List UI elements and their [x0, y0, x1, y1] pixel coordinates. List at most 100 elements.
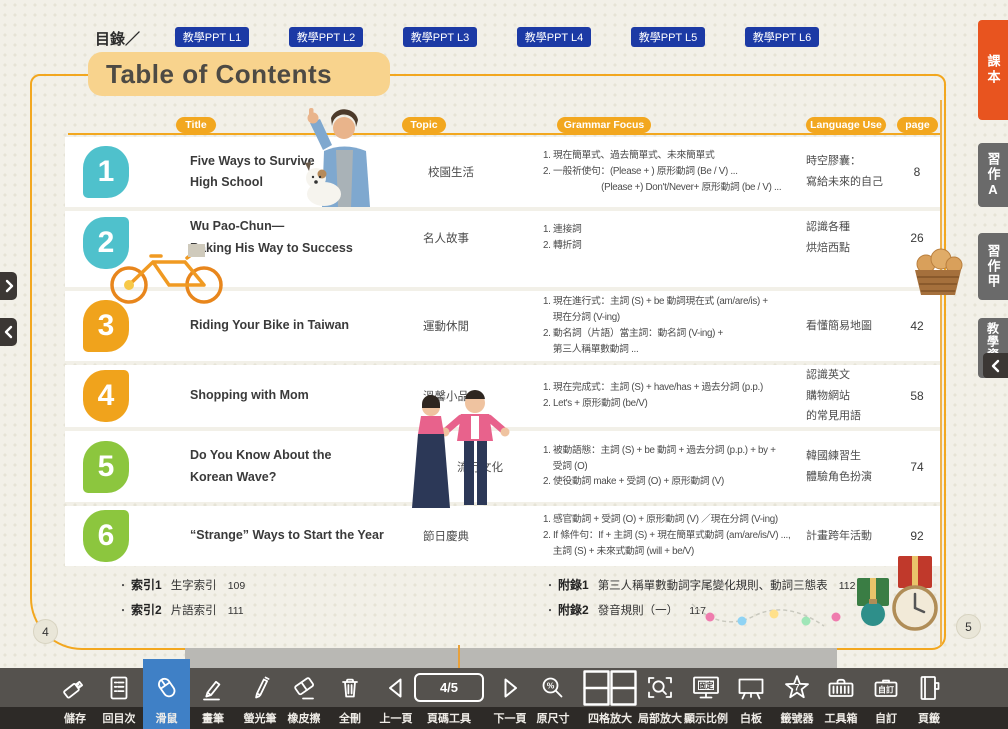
unit-number-badge: 5	[83, 441, 129, 493]
toolbar-delete-all-button[interactable]: 全刪	[327, 668, 373, 729]
unit-page: 58	[897, 365, 937, 427]
column-header-title: Title	[176, 117, 216, 133]
ppt-button-l2[interactable]: 教學PPT L2	[289, 27, 363, 47]
four-pane-grid-icon	[583, 668, 637, 707]
page-title: Table of Contents	[106, 59, 332, 90]
page-title-banner: Table of Contents	[88, 52, 390, 96]
sidebar-collapse-button[interactable]	[983, 353, 1008, 378]
ppt-button-l3[interactable]: 教學PPT L3	[403, 27, 477, 47]
page-number-right: 5	[956, 614, 981, 639]
page-indicator[interactable]: 4/5	[414, 673, 484, 702]
photo-student-with-dog-image	[279, 105, 409, 212]
unit-topic: 名人故事	[423, 211, 518, 264]
svg-text:%: %	[547, 680, 555, 690]
ppt-button-l6[interactable]: 教學PPT L6	[745, 27, 819, 47]
photo-bread-basket-image	[910, 232, 966, 305]
tab-workbook-a[interactable]: 習作A	[978, 143, 1008, 207]
unit-topic: 運動休閒	[423, 291, 518, 361]
unit-title: “Strange” Ways to Start the Year	[190, 506, 395, 566]
tab-textbook[interactable]: 課本	[978, 20, 1008, 120]
toolbar-whiteboard-button[interactable]: 白板	[728, 668, 774, 729]
custom-case-icon: 自訂	[871, 668, 901, 707]
chevron-left-icon	[990, 358, 1002, 374]
unit-grammar: 1. 感官動詞 + 受詞 (O) + 原形動詞 (V) ／現在分詞 (V-ing…	[543, 506, 805, 566]
bullet-icon: ・	[118, 602, 128, 617]
toolbar-mouse-tool-button[interactable]: 滑鼠	[143, 668, 190, 729]
photo-bicycle-image	[103, 230, 231, 311]
trash-icon	[335, 668, 365, 707]
unit-number-badge: 6	[83, 510, 129, 562]
toolbar-original-size-button[interactable]: % 原尺寸	[530, 668, 576, 729]
toolbar-highlighter-button[interactable]: 螢光筆	[237, 668, 283, 729]
toolbar-save-button[interactable]: 儲存	[52, 668, 98, 729]
unit-title: Do You Know About the Korean Wave?	[190, 431, 395, 502]
mouse-icon	[152, 668, 182, 707]
toolbar-eraser-button[interactable]: 橡皮擦	[281, 668, 327, 729]
toc-label: 目錄／	[95, 28, 140, 49]
column-header-topic: Topic	[402, 117, 446, 133]
triangle-right-icon	[497, 668, 523, 707]
toolbar-pen-button[interactable]: 畫筆	[190, 668, 236, 729]
tab-workbook-jia[interactable]: 習作甲	[978, 233, 1008, 300]
toolbar-four-pane-zoom-button[interactable]: 四格放大	[578, 668, 642, 729]
unit-page: 8	[897, 137, 937, 207]
unit-grammar: 1. 現在簡單式、過去簡單式、未來簡單式 2. 一般祈使句：(Please + …	[543, 137, 805, 207]
ppt-button-l1[interactable]: 教學PPT L1	[175, 27, 249, 47]
index-entry: ・ 索引2 片語索引 111	[118, 601, 245, 626]
ppt-button-l5[interactable]: 教學PPT L5	[631, 27, 705, 47]
chevron-right-icon	[3, 278, 15, 294]
chevron-left-icon	[3, 324, 15, 340]
monitor-fixed-icon: 固定	[691, 668, 721, 707]
unit-language-use: 認識各種 烘焙西點	[806, 211, 896, 264]
unit-language-use: 認識英文 購物網站 的常見用語	[806, 365, 896, 427]
photo-gifts-clock-image	[843, 548, 948, 638]
svg-text:自訂: 自訂	[878, 684, 894, 694]
unit-grammar: 1. 現在進行式：主詞 (S) + be 動詞現在式 (am/are/is) +…	[543, 291, 805, 361]
toolbar-toolbox-button[interactable]: 工具箱	[818, 668, 864, 729]
unit-number-badge: 1	[83, 146, 129, 198]
ppt-button-l4[interactable]: 教學PPT L4	[517, 27, 591, 47]
contents-list-icon	[104, 668, 134, 707]
toolbar-custom-button[interactable]: 自訂 自訂	[863, 668, 909, 729]
photo-hanbok-couple-image	[400, 389, 512, 516]
toolbar-page-tabs-button[interactable]: 頁籤	[906, 668, 952, 729]
unit-language-use: 看懂簡易地圖	[806, 291, 896, 361]
toolbar-page-number-tool[interactable]: 4/5 頁碼工具	[411, 668, 487, 729]
panel-collapse-left-button[interactable]	[0, 318, 17, 346]
toolbox-icon	[826, 668, 856, 707]
unit-page: 74	[897, 431, 937, 502]
toolbar-next-page-button[interactable]: 下一頁	[487, 668, 533, 729]
column-header-language: Language Use	[806, 117, 886, 133]
unit-grammar: 1. 現在完成式：主詞 (S) + have/has + 過去分詞 (p.p.)…	[543, 365, 805, 427]
pencil-icon	[198, 668, 228, 707]
toolbar-partial-zoom-button[interactable]: 局部放大	[637, 668, 683, 729]
toolbar-back-to-toc-button[interactable]: 回目次	[96, 668, 142, 729]
decor-string-lights-image	[688, 590, 853, 647]
unit-grammar: 1. 被動語態：主詞 (S) + be 動詞 + 過去分詞 (p.p.) + b…	[543, 431, 805, 502]
header-divider	[68, 133, 940, 135]
whiteboard-icon	[736, 668, 766, 707]
svg-text:7: 7	[794, 682, 799, 692]
unit-number-badge: 4	[83, 370, 129, 422]
usb-drive-icon	[60, 668, 90, 707]
book-tab-icon	[914, 668, 944, 707]
svg-text:固定: 固定	[699, 679, 714, 689]
bullet-icon: ・	[118, 577, 128, 592]
toolbar-number-picker-button[interactable]: 7 籤號器	[774, 668, 820, 729]
highlighter-pen-icon	[245, 668, 275, 707]
unit-topic: 校園生活	[428, 137, 523, 207]
eraser-icon	[289, 668, 319, 707]
star-number-icon: 7	[782, 668, 812, 707]
unit-language-use: 時空膠囊： 寫給未來的自己	[806, 137, 896, 207]
index-list-left: ・ 索引1 生字索引 109 ・ 索引2 片語索引 111	[118, 576, 245, 626]
unit-row-1[interactable]: 1 Five Ways to Survive High School 校園生活 …	[65, 137, 940, 207]
column-header-page: page	[897, 117, 938, 133]
bullet-icon: ・	[545, 602, 555, 617]
page-number-left: 4	[33, 619, 58, 644]
panel-expand-right-button[interactable]	[0, 272, 17, 300]
toolbar-display-ratio-button[interactable]: 固定 顯示比例	[678, 668, 734, 729]
page-fold-line	[458, 645, 460, 669]
magnifier-percent-icon: %	[538, 668, 568, 707]
unit-language-use: 韓國練習生 體驗角色扮演	[806, 431, 896, 502]
index-entry: ・ 索引1 生字索引 109	[118, 576, 245, 601]
